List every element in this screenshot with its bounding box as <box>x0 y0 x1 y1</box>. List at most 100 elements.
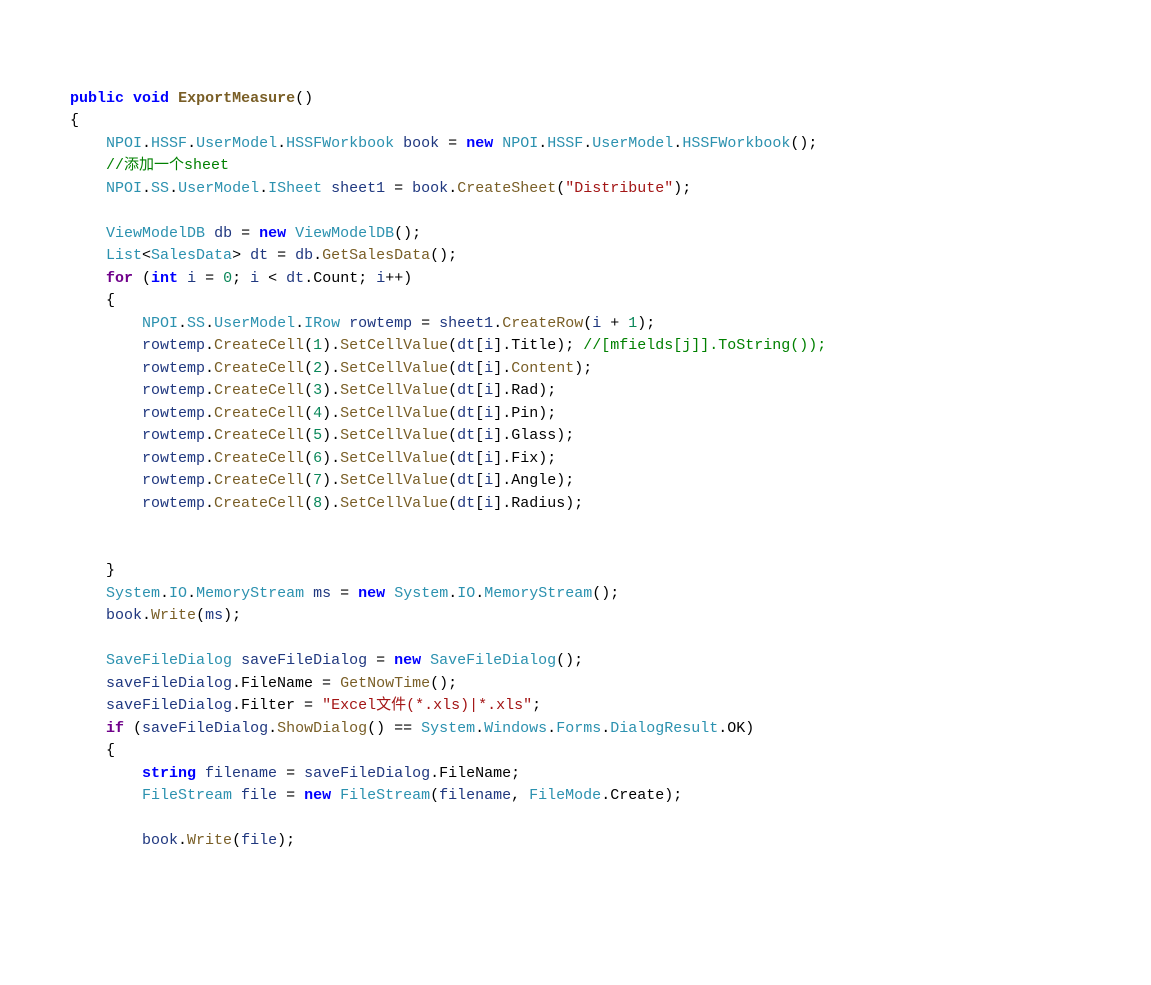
code-line <box>70 808 1151 831</box>
code-token: [ <box>475 405 484 422</box>
code-token: HSSFWorkbook <box>286 135 394 152</box>
code-token: saveFileDialog <box>142 720 268 737</box>
code-token: for <box>106 270 133 287</box>
code-token: . <box>205 427 214 444</box>
code-token <box>232 787 241 804</box>
code-token: = <box>232 225 259 242</box>
code-token: if <box>106 720 124 737</box>
code-token: . <box>475 720 484 737</box>
code-token: 6 <box>313 450 322 467</box>
code-token <box>385 585 394 602</box>
code-token: UserModel <box>214 315 295 332</box>
code-token: ; <box>532 697 541 714</box>
code-token: "Distribute" <box>565 180 673 197</box>
code-token: ISheet <box>268 180 322 197</box>
code-token: ( <box>304 450 313 467</box>
code-token: ( <box>304 427 313 444</box>
code-token: .OK) <box>718 720 754 737</box>
code-token: dt <box>457 382 475 399</box>
code-token: NPOI <box>142 315 178 332</box>
code-token: 7 <box>313 472 322 489</box>
code-token: dt <box>457 450 475 467</box>
code-token: CreateCell <box>214 405 304 422</box>
code-line: saveFileDialog.FileName = GetNowTime(); <box>70 673 1151 696</box>
code-token: List <box>106 247 142 264</box>
code-token: CreateCell <box>214 382 304 399</box>
code-token: ); <box>673 180 691 197</box>
code-token: . <box>205 472 214 489</box>
code-token: . <box>205 337 214 354</box>
code-token: 8 <box>313 495 322 512</box>
code-token: [ <box>475 427 484 444</box>
code-token: ( <box>448 382 457 399</box>
code-token: (); <box>394 225 421 242</box>
code-token: [ <box>475 382 484 399</box>
code-token: [ <box>475 360 484 377</box>
code-token: 1 <box>628 315 637 332</box>
code-token: i <box>484 450 493 467</box>
code-token <box>178 270 187 287</box>
code-token: i <box>484 337 493 354</box>
code-token: rowtemp <box>142 382 205 399</box>
code-token: i <box>376 270 385 287</box>
code-token: ViewModelDB <box>106 225 205 242</box>
code-token: . <box>268 720 277 737</box>
code-token: 3 <box>313 382 322 399</box>
code-token: = <box>331 585 358 602</box>
code-token: SaveFileDialog <box>430 652 556 669</box>
code-token: = <box>367 652 394 669</box>
code-line: book.Write(file); <box>70 830 1151 853</box>
code-token: ( <box>448 427 457 444</box>
code-token: (); <box>592 585 619 602</box>
code-token: ( <box>583 315 592 332</box>
code-token: + <box>601 315 628 332</box>
code-token: ( <box>133 270 151 287</box>
code-token: < <box>142 247 151 264</box>
code-token: ++) <box>385 270 412 287</box>
code-token: System <box>394 585 448 602</box>
code-token: } <box>106 562 115 579</box>
code-line: } <box>70 560 1151 583</box>
code-line: //添加一个sheet <box>70 155 1151 178</box>
code-token: . <box>673 135 682 152</box>
code-token: [ <box>475 450 484 467</box>
code-block: public void ExportMeasure(){ NPOI.HSSF.U… <box>70 88 1151 853</box>
code-token: file <box>241 787 277 804</box>
code-token: .Count; <box>304 270 376 287</box>
code-token: //添加一个sheet <box>106 157 229 174</box>
code-token: .Filter = <box>232 697 322 714</box>
code-token: SalesData <box>151 247 232 264</box>
code-token: ( <box>556 180 565 197</box>
code-token: ); <box>277 832 295 849</box>
code-token: filename <box>439 787 511 804</box>
code-token <box>331 787 340 804</box>
code-token <box>493 135 502 152</box>
code-token: .FileName; <box>430 765 520 782</box>
code-token: { <box>106 292 115 309</box>
code-token: ExportMeasure <box>178 90 295 107</box>
code-token: i <box>484 382 493 399</box>
code-token: ].Title); <box>493 337 583 354</box>
code-token: db <box>214 225 232 242</box>
code-token: = <box>277 787 304 804</box>
code-token: //[mfields[j]].ToString()); <box>583 337 826 354</box>
code-token: i <box>250 270 259 287</box>
code-line: rowtemp.CreateCell(3).SetCellValue(dt[i]… <box>70 380 1151 403</box>
code-token: dt <box>457 472 475 489</box>
code-token: . <box>277 135 286 152</box>
code-token: book <box>142 832 178 849</box>
code-line: rowtemp.CreateCell(7).SetCellValue(dt[i]… <box>70 470 1151 493</box>
code-token: = <box>439 135 466 152</box>
code-line: book.Write(ms); <box>70 605 1151 628</box>
code-token: Forms <box>556 720 601 737</box>
code-token: new <box>466 135 493 152</box>
code-token: MemoryStream <box>484 585 592 602</box>
code-token: CreateCell <box>214 360 304 377</box>
code-token: "Excel文件(*.xls)|*.xls" <box>322 697 532 714</box>
code-token: dt <box>457 337 475 354</box>
code-token: ); <box>574 360 592 377</box>
code-token: DialogResult <box>610 720 718 737</box>
code-line: FileStream file = new FileStream(filenam… <box>70 785 1151 808</box>
code-token: SetCellValue <box>340 382 448 399</box>
code-token: Windows <box>484 720 547 737</box>
